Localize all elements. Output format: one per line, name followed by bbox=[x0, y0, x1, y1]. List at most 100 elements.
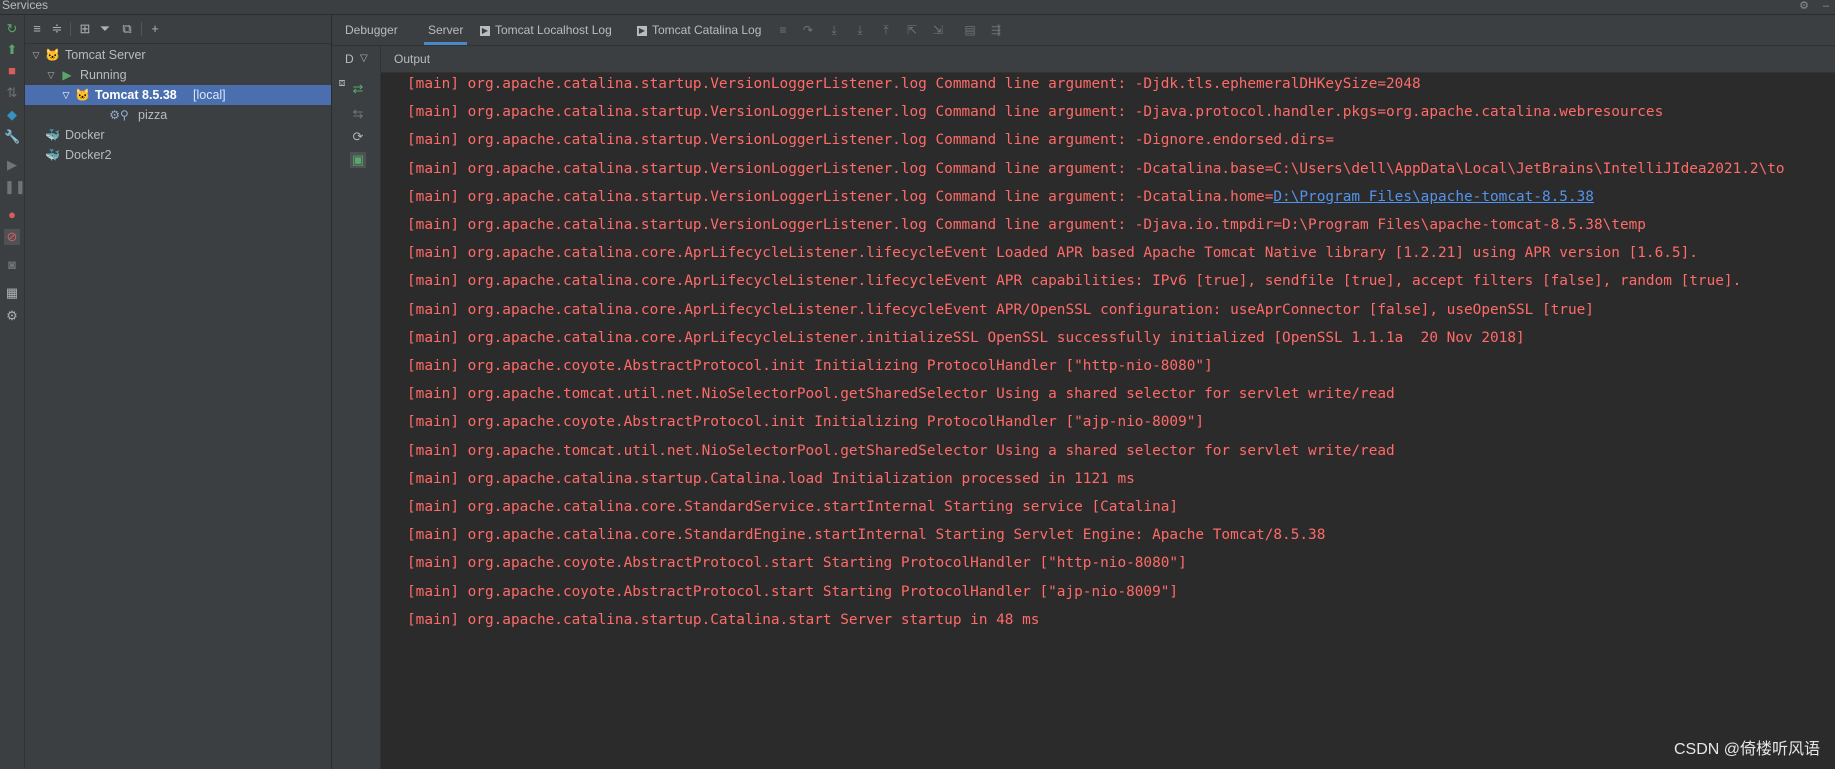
console-line: [main] org.apache.tomcat.util.net.NioSel… bbox=[407, 442, 1395, 459]
watermark: CSDN @倚楼听风语 bbox=[1673, 741, 1820, 758]
tab-bar: Debugger Server ▶ Tomcat Localhost Log ▶ T… bbox=[332, 15, 1835, 46]
output-label: Output bbox=[394, 52, 431, 66]
console-line: [main] org.apache.catalina.core.AprLifec… bbox=[407, 245, 1698, 262]
deploy-panel-icon[interactable]: ⧈ bbox=[334, 75, 350, 91]
window-title: Services bbox=[2, 0, 49, 12]
collapse-all-icon[interactable]: ≑ bbox=[49, 21, 65, 37]
new-tab-icon[interactable]: ⧉ bbox=[119, 21, 135, 37]
console-line: [main] org.apache.catalina.startup.Catal… bbox=[407, 611, 1040, 628]
settings-icon[interactable]: ⚙ bbox=[1799, 0, 1809, 12]
catalina-home-link[interactable]: D:\Program Files\apache-tomcat-8.5.38 bbox=[1273, 189, 1594, 205]
console-line: [main] org.apache.catalina.core.AprLifec… bbox=[407, 329, 1525, 346]
details-panel: Debugger Server ▶ Tomcat Localhost Log ▶ T… bbox=[332, 15, 1835, 769]
tree-label: Tomcat Server bbox=[65, 48, 146, 62]
tree-node-docker2[interactable]: 🐳 Docker2 bbox=[25, 145, 331, 165]
console-line: [main] org.apache.catalina.startup.Versi… bbox=[407, 104, 1664, 121]
services-tree-panel: ≡ ≑ ⊞ ⏷ ⧉ + ▽ 🐱 Tomcat Server ▽ ▶ Runnin… bbox=[25, 15, 332, 769]
coverage-icon[interactable]: ● bbox=[4, 207, 20, 223]
tab-catalina-log[interactable]: ▶ Tomcat Catalina Log bbox=[637, 15, 761, 45]
filter-icon[interactable]: ⏷ bbox=[97, 21, 113, 37]
chevron-down-icon[interactable]: ▽ bbox=[31, 45, 41, 65]
run-icon: ▶ bbox=[62, 68, 72, 82]
console-line: [main] org.apache.catalina.startup.Versi… bbox=[407, 160, 1785, 177]
console-line: [main] org.apache.coyote.AbstractProtoco… bbox=[407, 358, 1213, 374]
pause-icon[interactable]: ❚❚ bbox=[4, 179, 26, 195]
console-line: [main] org.apache.catalina.startup.Versi… bbox=[407, 217, 1646, 233]
evaluate-icon[interactable]: ▤ bbox=[962, 22, 978, 38]
console-line: [main] org.apache.catalina.startup.Catal… bbox=[407, 470, 1135, 487]
artifact-icon: ⚙⚲ bbox=[109, 108, 129, 122]
docker-icon: 🐳 bbox=[45, 128, 60, 142]
console-line: [main] org.apache.catalina.core.Standard… bbox=[407, 499, 1179, 515]
deploy-icon[interactable]: ⬆ bbox=[4, 42, 20, 58]
console-line: [main] org.apache.catalina.core.AprLifec… bbox=[407, 273, 1742, 290]
profiler-icon[interactable]: ⊘ bbox=[4, 229, 20, 245]
refresh-icon[interactable]: ⟳ bbox=[350, 129, 366, 145]
undeploy-icon[interactable]: ⇆ bbox=[350, 106, 366, 122]
update-icon[interactable]: ⇅ bbox=[4, 85, 20, 101]
tree-label: Docker bbox=[65, 128, 105, 142]
tree-node-tomcat-instance[interactable]: ▽ 🐱 Tomcat 8.5.38 [local] bbox=[25, 85, 331, 105]
chevron-down-icon[interactable]: ▽ bbox=[61, 85, 71, 105]
browser-icon[interactable]: ▣ bbox=[350, 152, 366, 168]
tab-label: Tomcat Catalina Log bbox=[652, 23, 762, 37]
tree-label: Running bbox=[80, 68, 127, 82]
deployment-label: D bbox=[345, 52, 354, 66]
docker-icon: 🐳 bbox=[45, 148, 60, 162]
console-line: [main] org.apache.catalina.startup.Versi… bbox=[407, 76, 1421, 92]
tomcat-icon: 🐱 bbox=[45, 48, 60, 62]
force-step-into-icon[interactable]: ⤓ bbox=[852, 22, 868, 38]
resume-icon[interactable]: ▶ bbox=[4, 157, 20, 173]
chevron-down-icon[interactable]: ▽ bbox=[360, 46, 368, 72]
tab-server[interactable]: Server bbox=[424, 15, 468, 45]
add-icon[interactable]: + bbox=[147, 21, 163, 37]
tree-node-docker[interactable]: 🐳 Docker bbox=[25, 125, 331, 145]
tab-debugger[interactable]: Debugger bbox=[345, 15, 398, 45]
console-line: [main] org.apache.coyote.AbstractProtoco… bbox=[407, 583, 1179, 600]
group-icon[interactable]: ⊞ bbox=[77, 21, 93, 37]
toolbar-separator bbox=[141, 22, 142, 36]
services-toolbar: ↻ ⬆ ■ ⇅ ◆ 🔧 ▶ ❚❚ ● ⊘ ◙ ▦ ⚙ bbox=[0, 15, 26, 769]
toolbar-separator bbox=[70, 22, 71, 36]
console-line: [main] org.apache.tomcat.util.net.NioSel… bbox=[407, 386, 1395, 403]
layout-icon[interactable]: ▦ bbox=[4, 285, 20, 301]
step-out-icon[interactable]: ⤒ bbox=[878, 22, 894, 38]
stop-icon[interactable]: ■ bbox=[4, 63, 20, 79]
drop-frame-icon[interactable]: ⇱ bbox=[904, 22, 920, 38]
tree-node-tomcat-server[interactable]: ▽ 🐱 Tomcat Server bbox=[25, 45, 331, 65]
tree-label: pizza bbox=[138, 108, 168, 122]
output-toolbar: ⧈ ⇄ ⇆ ⟳ ▣ bbox=[332, 72, 381, 769]
expand-all-icon[interactable]: ≡ bbox=[29, 21, 45, 37]
tree-label: Tomcat 8.5.38 bbox=[95, 88, 177, 102]
tree-label: Docker2 bbox=[65, 148, 112, 162]
tree-node-artifact[interactable]: ⚙⚲ pizza bbox=[25, 105, 331, 125]
console-output[interactable]: [main] org.apache.catalina.startup.Versi… bbox=[381, 72, 1835, 769]
console-line: [main] org.apache.coyote.AbstractProtoco… bbox=[407, 555, 1187, 572]
tree-toolbar: ≡ ≑ ⊞ ⏷ ⧉ + bbox=[25, 15, 331, 44]
title-bar: Services ⚙ – bbox=[0, 0, 1835, 15]
menu-icon[interactable]: ≡ bbox=[775, 22, 791, 38]
console-line: [main] org.apache.catalina.startup.Versi… bbox=[407, 188, 1594, 205]
console-line: [main] org.apache.coyote.AbstractProtoco… bbox=[407, 414, 1205, 431]
tomcat-icon: 🐱 bbox=[75, 88, 90, 102]
step-into-icon[interactable]: ⤓ bbox=[826, 22, 842, 38]
tree-node-running[interactable]: ▽ ▶ Running bbox=[25, 65, 331, 85]
camera-icon[interactable]: ◙ bbox=[4, 257, 20, 273]
update-deploy-icon[interactable]: ⇄ bbox=[350, 81, 366, 97]
console-line: [main] org.apache.catalina.core.AprLifec… bbox=[407, 301, 1594, 318]
jump-icon[interactable]: ◆ bbox=[4, 107, 20, 123]
wrench-icon[interactable]: 🔧 bbox=[4, 129, 20, 145]
log-icon: ▶ bbox=[480, 25, 490, 36]
settings-icon[interactable]: ⚙ bbox=[4, 308, 20, 324]
tab-label: Tomcat Localhost Log bbox=[495, 23, 612, 37]
hide-icon[interactable]: – bbox=[1823, 0, 1829, 12]
output-subbar: D ▽ Output bbox=[332, 46, 1835, 73]
chevron-down-icon[interactable]: ▽ bbox=[46, 65, 56, 85]
tab-localhost-log[interactable]: ▶ Tomcat Localhost Log bbox=[480, 15, 612, 45]
tree-label-suffix: [local] bbox=[193, 88, 226, 102]
step-over-icon[interactable]: ↷ bbox=[800, 22, 816, 38]
run-to-cursor-icon[interactable]: ⇲ bbox=[930, 22, 946, 38]
log-icon: ▶ bbox=[637, 25, 647, 36]
rerun-icon[interactable]: ↻ bbox=[4, 21, 20, 37]
trace-icon[interactable]: ⇶ bbox=[988, 22, 1004, 38]
